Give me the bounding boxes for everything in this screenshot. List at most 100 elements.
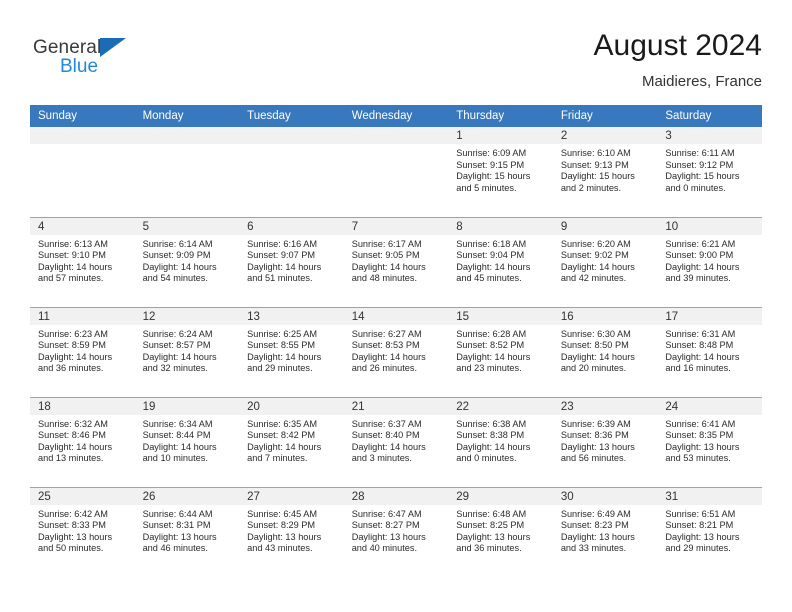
calendar-day-cell[interactable]: 23 Sunrise: 6:39 AM Sunset: 8:36 PM Dayligh… [552, 396, 658, 487]
calendar-day-cell[interactable]: 7 Sunrise: 6:17 AM Sunset: 9:05 PM Daylight… [343, 216, 449, 307]
calendar-day-cell[interactable]: 13 Sunrise: 6:25 AM Sunset: 8:55 PM Dayligh… [239, 306, 344, 397]
calendar-day-cell[interactable]: 4 Sunrise: 6:13 AM Sunset: 9:10 PM Daylight… [30, 216, 135, 307]
sunset-text: Sunset: 8:27 PM [351, 520, 420, 531]
daylight-text: Daylight: 14 hours and 10 minutes. [142, 441, 217, 464]
day-details: Sunrise: 6:17 AM Sunset: 9:05 PM Daylight:… [344, 235, 449, 285]
daylight-text: Daylight: 14 hours and 3 minutes. [351, 441, 426, 464]
calendar-day-cell[interactable]: 15 Sunrise: 6:28 AM Sunset: 8:52 PM Dayligh… [448, 306, 553, 397]
calendar-day-cell[interactable]: 6 Sunrise: 6:16 AM Sunset: 9:07 PM Daylight… [239, 216, 344, 307]
day-number: 6 [239, 217, 344, 235]
day-details: Sunrise: 6:51 AM Sunset: 8:21 PM Daylight:… [657, 505, 762, 555]
day-details: Sunrise: 6:10 AM Sunset: 9:13 PM Daylight:… [553, 144, 658, 194]
calendar-day-cell[interactable]: 25 Sunrise: 6:42 AM Sunset: 8:33 PM Dayligh… [30, 486, 135, 577]
calendar-day-cell[interactable]: 16 Sunrise: 6:30 AM Sunset: 8:50 PM Dayligh… [552, 306, 658, 397]
daylight-text: Daylight: 14 hours and 36 minutes. [38, 351, 113, 374]
calendar-day-cell[interactable]: 29 Sunrise: 6:48 AM Sunset: 8:25 PM Dayligh… [448, 486, 553, 577]
daylight-text: Daylight: 13 hours and 56 minutes. [560, 441, 635, 464]
calendar-day-cell[interactable]: 11 Sunrise: 6:23 AM Sunset: 8:59 PM Dayligh… [30, 306, 135, 397]
day-details: Sunrise: 6:09 AM Sunset: 9:15 PM Daylight:… [448, 144, 553, 194]
sunset-text: Sunset: 8:52 PM [456, 340, 525, 351]
sunset-text: Sunset: 8:55 PM [247, 340, 316, 351]
weekday-header-thursday: Thursday [448, 105, 553, 127]
calendar-table: Sunday Monday Tuesday Wednesday Thursday Frid… [30, 105, 762, 577]
sunset-text: Sunset: 8:25 PM [456, 520, 525, 531]
calendar-day-cell[interactable]: 26 Sunrise: 6:44 AM Sunset: 8:31 PM Dayligh… [134, 486, 240, 577]
page-title: August 2024 [593, 29, 762, 62]
daylight-text: Daylight: 14 hours and 42 minutes. [560, 261, 635, 284]
calendar-day-cell[interactable]: 27 Sunrise: 6:45 AM Sunset: 8:29 PM Dayligh… [239, 486, 344, 577]
sunrise-text: Sunrise: 6:28 AM [456, 328, 527, 339]
day-details: Sunrise: 6:25 AM Sunset: 8:55 PM Daylight:… [239, 325, 344, 375]
calendar-day-cell[interactable]: 2 Sunrise: 6:10 AM Sunset: 9:13 PM Daylight… [552, 127, 658, 217]
day-number: 23 [552, 397, 658, 415]
calendar-day-cell[interactable]: 20 Sunrise: 6:35 AM Sunset: 8:42 PM Dayligh… [239, 396, 344, 487]
daylight-text: Daylight: 13 hours and 46 minutes. [142, 531, 217, 554]
calendar-day-cell[interactable]: 12 Sunrise: 6:24 AM Sunset: 8:57 PM Dayligh… [134, 306, 240, 397]
sunset-text: Sunset: 9:04 PM [456, 250, 525, 261]
day-number: 11 [30, 307, 135, 325]
calendar-day-cell[interactable]: 28 Sunrise: 6:47 AM Sunset: 8:27 PM Dayligh… [343, 486, 449, 577]
daylight-text: Daylight: 14 hours and 0 minutes. [456, 441, 531, 464]
sunrise-text: Sunrise: 6:09 AM [456, 148, 527, 158]
brand-logo[interactable]: General Blue [33, 38, 153, 88]
calendar-day-cell[interactable]: 9 Sunrise: 6:20 AM Sunset: 9:02 PM Daylight… [552, 216, 658, 307]
brand-text-general: General [33, 37, 102, 58]
calendar-day-cell[interactable]: 8 Sunrise: 6:18 AM Sunset: 9:04 PM Daylight… [448, 216, 553, 307]
calendar-day-cell[interactable]: 10 Sunrise: 6:21 AM Sunset: 9:00 PM Dayligh… [657, 216, 762, 307]
day-details: Sunrise: 6:14 AM Sunset: 9:09 PM Daylight:… [135, 235, 240, 285]
day-details: Sunrise: 6:30 AM Sunset: 8:50 PM Daylight:… [553, 325, 658, 375]
day-details: Sunrise: 6:44 AM Sunset: 8:31 PM Daylight:… [135, 505, 240, 555]
daylight-text: Daylight: 14 hours and 32 minutes. [142, 351, 217, 374]
calendar-day-cell[interactable]: 18 Sunrise: 6:32 AM Sunset: 8:46 PM Dayligh… [30, 396, 135, 487]
location-subtitle: Maidieres, France [641, 73, 762, 90]
sunrise-text: Sunrise: 6:32 AM [38, 418, 108, 429]
daylight-text: Daylight: 14 hours and 20 minutes. [560, 351, 635, 374]
calendar-day-cell[interactable]: 30 Sunrise: 6:49 AM Sunset: 8:23 PM Dayligh… [552, 486, 658, 577]
calendar-day-cell-empty [134, 127, 240, 217]
day-number: 18 [30, 397, 135, 415]
daylight-text: Daylight: 13 hours and 43 minutes. [247, 531, 322, 554]
sunrise-text: Sunrise: 6:39 AM [560, 418, 631, 429]
calendar-day-cell[interactable]: 24 Sunrise: 6:41 AM Sunset: 8:35 PM Dayligh… [657, 396, 762, 487]
sunset-text: Sunset: 8:33 PM [38, 520, 106, 531]
sunrise-text: Sunrise: 6:30 AM [560, 328, 631, 339]
day-details: Sunrise: 6:41 AM Sunset: 8:35 PM Daylight:… [657, 415, 762, 465]
day-details: Sunrise: 6:24 AM Sunset: 8:57 PM Daylight:… [135, 325, 240, 375]
daylight-text: Daylight: 14 hours and 23 minutes. [456, 351, 531, 374]
calendar-body: 1 Sunrise: 6:09 AM Sunset: 9:15 PM Daylight… [30, 127, 762, 577]
daylight-text: Daylight: 14 hours and 7 minutes. [247, 441, 322, 464]
calendar-day-cell-empty [239, 127, 344, 217]
weekday-header-friday: Friday [552, 105, 658, 127]
day-details: Sunrise: 6:28 AM Sunset: 8:52 PM Daylight:… [448, 325, 553, 375]
calendar-week-row: 25 Sunrise: 6:42 AM Sunset: 8:33 PM Dayligh… [30, 486, 762, 577]
day-number: 15 [448, 307, 553, 325]
sunset-text: Sunset: 8:57 PM [142, 340, 211, 351]
daylight-text: Daylight: 13 hours and 50 minutes. [38, 531, 113, 554]
calendar-day-cell[interactable]: 21 Sunrise: 6:37 AM Sunset: 8:40 PM Dayligh… [343, 396, 449, 487]
day-number: 26 [134, 487, 240, 505]
day-number: 4 [30, 217, 135, 235]
day-details: Sunrise: 6:27 AM Sunset: 8:53 PM Daylight:… [344, 325, 449, 375]
calendar-day-cell[interactable]: 3 Sunrise: 6:11 AM Sunset: 9:12 PM Daylight… [657, 127, 762, 217]
sunrise-text: Sunrise: 6:38 AM [456, 418, 527, 429]
calendar-day-cell[interactable]: 19 Sunrise: 6:34 AM Sunset: 8:44 PM Dayligh… [134, 396, 240, 487]
sunrise-text: Sunrise: 6:48 AM [456, 508, 527, 519]
calendar-page: General Blue August 2024 Maidieres, Fran… [0, 0, 792, 612]
calendar-day-cell[interactable]: 22 Sunrise: 6:38 AM Sunset: 8:38 PM Dayligh… [448, 396, 553, 487]
day-number: 24 [657, 397, 762, 415]
sunset-text: Sunset: 8:44 PM [142, 430, 211, 441]
calendar-day-cell[interactable]: 14 Sunrise: 6:27 AM Sunset: 8:53 PM Dayligh… [343, 306, 449, 397]
daylight-text: Daylight: 13 hours and 29 minutes. [665, 531, 740, 554]
day-number: 2 [552, 127, 658, 144]
sunset-text: Sunset: 8:29 PM [247, 520, 316, 531]
day-number [239, 127, 344, 144]
day-number: 7 [343, 217, 449, 235]
sunrise-text: Sunrise: 6:49 AM [560, 508, 631, 519]
calendar-day-cell[interactable]: 31 Sunrise: 6:51 AM Sunset: 8:21 PM Dayligh… [657, 486, 762, 577]
calendar-day-cell[interactable]: 5 Sunrise: 6:14 AM Sunset: 9:09 PM Daylight… [134, 216, 240, 307]
day-number: 8 [448, 217, 553, 235]
calendar-week-row: 11 Sunrise: 6:23 AM Sunset: 8:59 PM Dayligh… [30, 306, 762, 397]
calendar-day-cell[interactable]: 1 Sunrise: 6:09 AM Sunset: 9:15 PM Daylight… [448, 127, 553, 217]
calendar-day-cell[interactable]: 17 Sunrise: 6:31 AM Sunset: 8:48 PM Dayligh… [657, 306, 762, 397]
sunset-text: Sunset: 8:35 PM [665, 430, 734, 441]
